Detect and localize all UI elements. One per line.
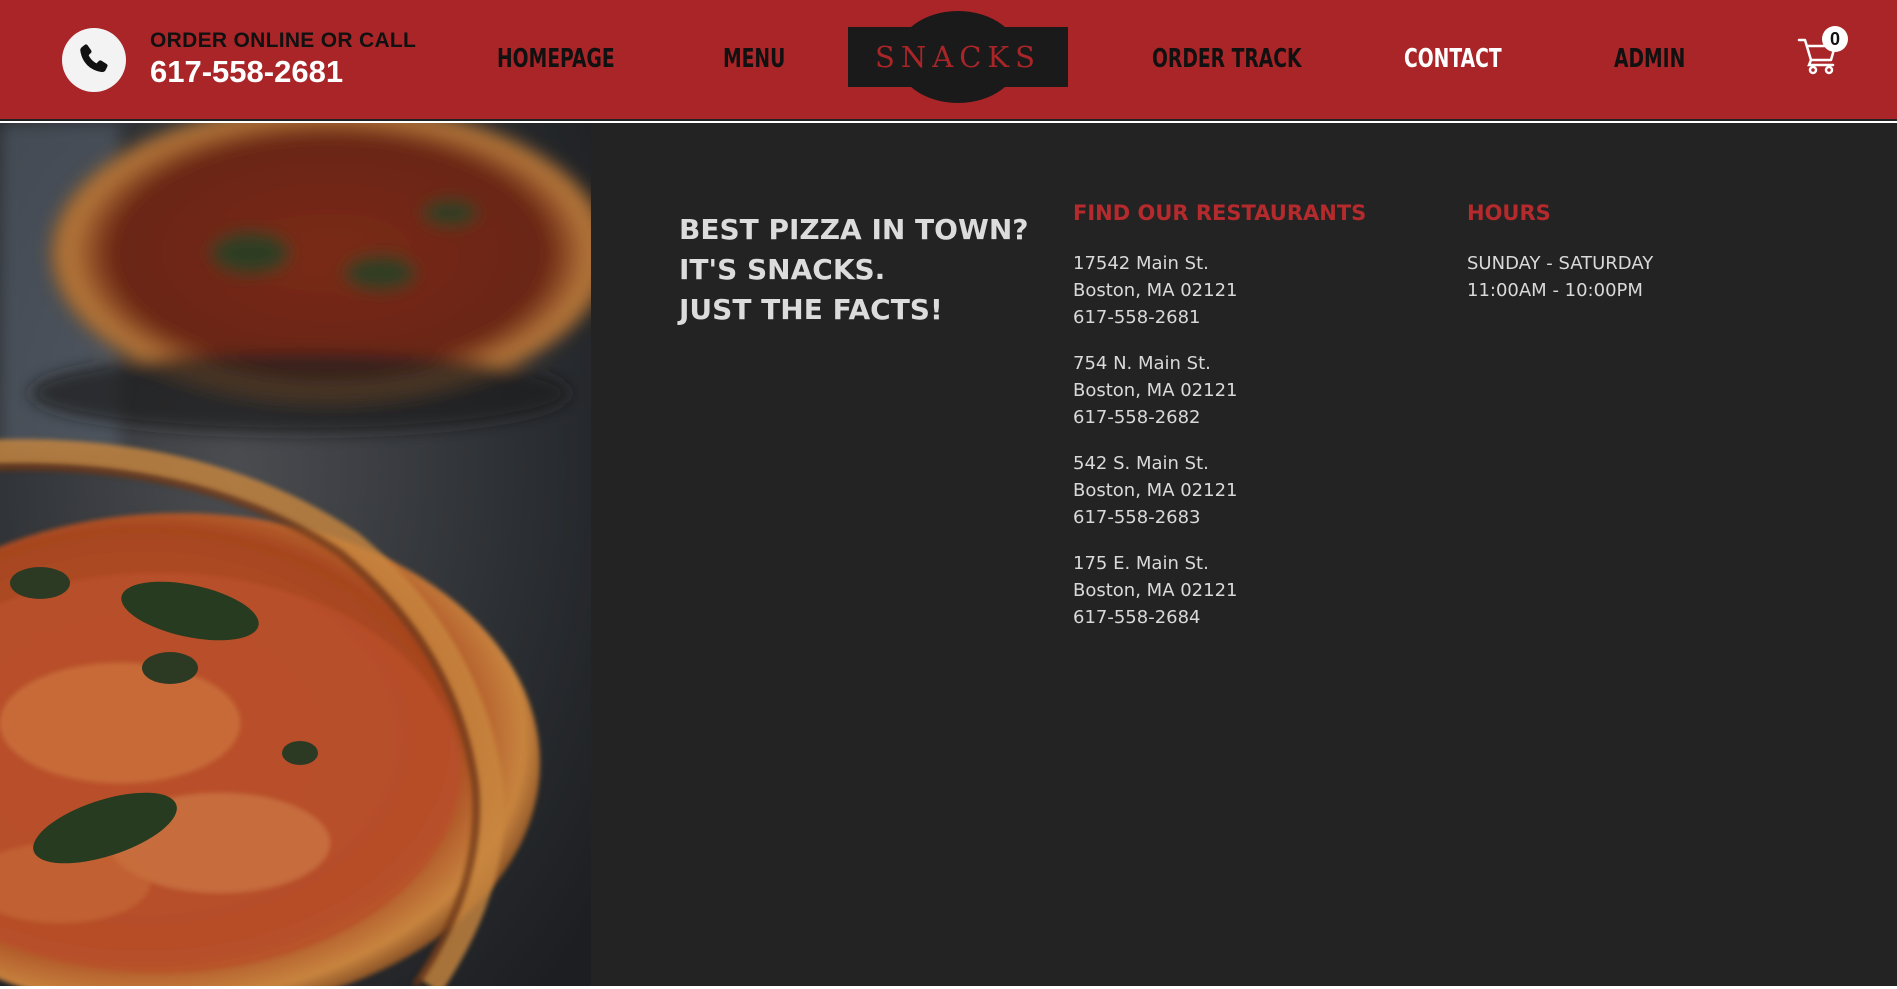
call-label: ORDER ONLINE OR CALL [150, 29, 417, 52]
pizza-photo [0, 123, 591, 986]
address-city: Boston, MA 02121 [1073, 580, 1238, 601]
tagline-line: JUST THE FACTS! [679, 293, 943, 326]
hours-time: 11:00AM - 10:00PM [1467, 280, 1643, 301]
phone-icon [62, 28, 126, 92]
hours-days: SUNDAY - SATURDAY [1467, 253, 1654, 274]
nav-menu[interactable]: MENU [723, 40, 785, 78]
address-phone[interactable]: 617-558-2683 [1073, 504, 1238, 531]
address-phone[interactable]: 617-558-2681 [1073, 304, 1238, 331]
cart-button[interactable]: 0 [1796, 24, 1852, 80]
restaurant-list: 17542 Main St. Boston, MA 02121 617-558-… [1073, 250, 1238, 650]
nav-order-track[interactable]: ORDER TRACK [1152, 40, 1302, 78]
address-city: Boston, MA 02121 [1073, 480, 1238, 501]
hours-heading: HOURS [1467, 201, 1551, 225]
logo-text: SNACKS [875, 40, 1041, 74]
navbar: ORDER ONLINE OR CALL 617-558-2681 HOMEPA… [0, 0, 1897, 121]
address-street: 754 N. Main St. [1073, 353, 1211, 374]
address-street: 175 E. Main St. [1073, 553, 1209, 574]
tagline-line: BEST PIZZA IN TOWN? [679, 213, 1029, 246]
address-phone[interactable]: 617-558-2682 [1073, 404, 1238, 431]
address-street: 17542 Main St. [1073, 253, 1209, 274]
restaurant-address: 542 S. Main St. Boston, MA 02121 617-558… [1073, 450, 1238, 531]
address-street: 542 S. Main St. [1073, 453, 1209, 474]
cart-count-badge: 0 [1822, 26, 1848, 52]
restaurant-address: 17542 Main St. Boston, MA 02121 617-558-… [1073, 250, 1238, 331]
address-phone[interactable]: 617-558-2684 [1073, 604, 1238, 631]
call-info: ORDER ONLINE OR CALL 617-558-2681 [62, 28, 416, 92]
logo[interactable]: SNACKS [848, 11, 1068, 103]
nav-homepage[interactable]: HOMEPAGE [497, 40, 615, 78]
restaurants-heading: FIND OUR RESTAURANTS [1073, 201, 1367, 225]
call-number[interactable]: 617-558-2681 [150, 53, 416, 91]
hours-info: SUNDAY - SATURDAY 11:00AM - 10:00PM [1467, 250, 1653, 304]
tagline: BEST PIZZA IN TOWN? IT'S SNACKS. JUST TH… [679, 210, 1029, 330]
restaurant-address: 754 N. Main St. Boston, MA 02121 617-558… [1073, 350, 1238, 431]
tagline-line: IT'S SNACKS. [679, 253, 886, 286]
nav-contact[interactable]: CONTACT [1404, 40, 1502, 78]
address-city: Boston, MA 02121 [1073, 280, 1238, 301]
address-city: Boston, MA 02121 [1073, 380, 1238, 401]
restaurant-address: 175 E. Main St. Boston, MA 02121 617-558… [1073, 550, 1238, 631]
nav-admin[interactable]: ADMIN [1614, 40, 1685, 78]
